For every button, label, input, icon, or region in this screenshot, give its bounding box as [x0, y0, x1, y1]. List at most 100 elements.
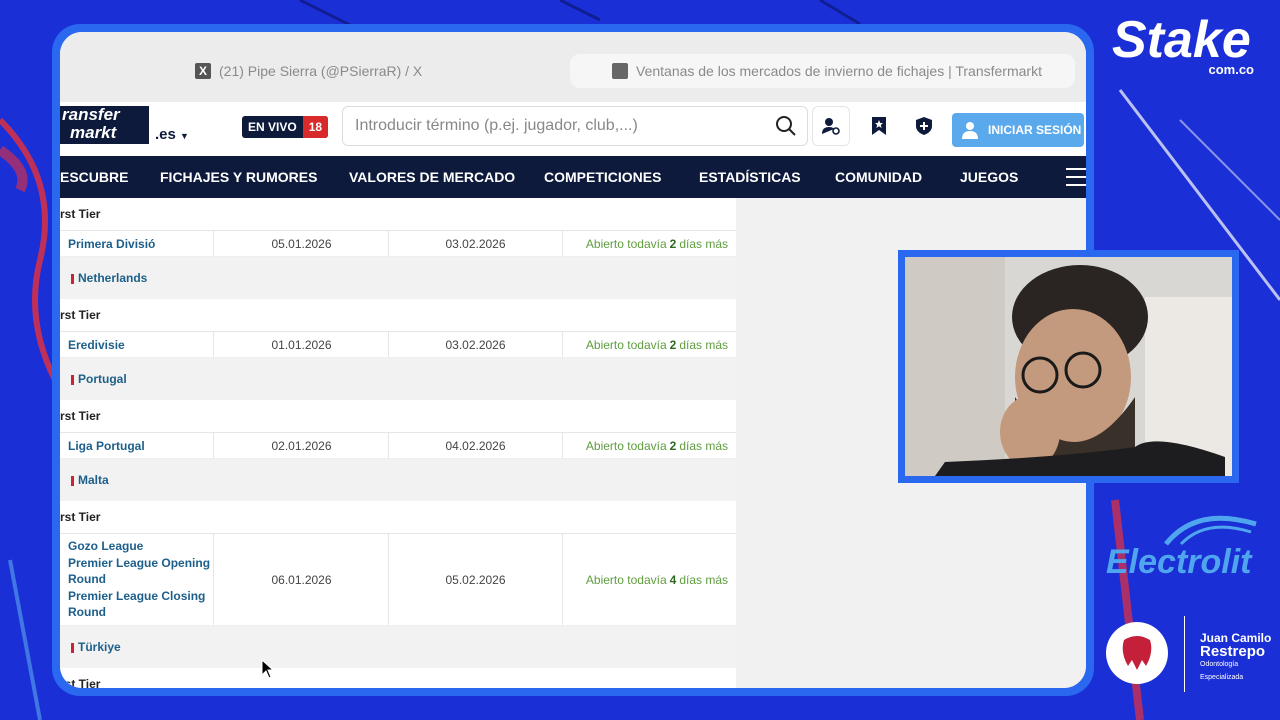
dental-sponsor-logo: Juan Camilo Restrepo Odontología Especia… [1104, 614, 1276, 694]
status-cell: Abierto todavía 2 días más [563, 433, 736, 458]
tier-label: rst Tier [60, 409, 101, 423]
table-row: Primera Divisió 05.01.2026 03.02.2026 Abier… [60, 231, 736, 257]
status-cell: Abierto todavía 4 días más [563, 534, 736, 625]
end-date-cell: 03.02.2026 [389, 332, 563, 357]
competition-link[interactable]: Premier League Opening Round [68, 555, 213, 588]
user-search-icon [822, 118, 840, 135]
main-nav: ESCUBRE FICHAJES Y RUMORES VALORES DE ME… [60, 156, 1086, 198]
days-remaining: 2 [669, 337, 677, 352]
country-row: Netherlands [60, 257, 736, 299]
logo-text-line1: ransfer [62, 105, 120, 124]
status-prefix: Abierto todavía [585, 236, 667, 251]
nav-item-competiciones[interactable]: COMPETICIONES [544, 156, 661, 198]
stake-brand-text: Stake [1112, 11, 1251, 69]
competition-link[interactable]: Primera Divisió [68, 237, 155, 251]
nav-item-juegos[interactable]: JUEGOS [960, 156, 1018, 198]
country-name[interactable]: Malta [78, 473, 109, 487]
competition-cell: Liga Portugal [60, 433, 214, 458]
competition-link[interactable]: Eredivisie [68, 338, 125, 352]
status-prefix: Abierto todavía [585, 337, 667, 352]
electrolit-sponsor-logo: Electrolit [1106, 506, 1274, 586]
tooth-logo-icon [1106, 622, 1168, 684]
live-button[interactable]: EN VIVO 18 [242, 116, 329, 138]
nav-item-valores[interactable]: VALORES DE MERCADO [349, 156, 515, 198]
menu-icon[interactable] [1066, 168, 1086, 186]
electrolit-swoosh-icon [1164, 515, 1257, 546]
tier-label: rst Tier [60, 207, 101, 221]
streamer-silhouette [905, 257, 1232, 476]
shield-plus-icon [916, 117, 932, 135]
country-flag-icon [71, 374, 74, 385]
start-date-cell: 06.01.2026 [215, 534, 389, 625]
tier-row: rst Tier [60, 198, 736, 231]
status-prefix: Abierto todavía [585, 438, 667, 453]
x-logo-icon: X [195, 63, 211, 79]
nav-item-comunidad[interactable]: COMUNIDAD [835, 156, 922, 198]
competition-link[interactable]: Liga Portugal [68, 439, 145, 453]
end-date-cell: 04.02.2026 [389, 433, 563, 458]
nav-item-estadisticas[interactable]: ESTADÍSTICAS [699, 156, 801, 198]
browser-tab-transfermarkt[interactable]: Ventanas de los mercados de invierno de … [570, 54, 1075, 88]
search-box [342, 106, 808, 146]
country-row: Türkiye [60, 626, 736, 668]
mouse-cursor-icon [261, 659, 275, 679]
tier-row: rst Tier [60, 668, 736, 688]
end-date-cell: 05.02.2026 [389, 534, 563, 625]
status-suffix: días más [679, 572, 728, 587]
start-date-cell: 05.01.2026 [215, 231, 389, 256]
caret-down-icon: ▼ [180, 131, 189, 141]
country-flag-icon [71, 475, 74, 486]
status-suffix: días más [679, 438, 728, 453]
webcam-overlay [898, 250, 1239, 483]
status-suffix: días más [679, 236, 728, 251]
status-prefix: Abierto todavía [585, 572, 667, 587]
locale-selector[interactable]: .es ▼ [155, 126, 189, 143]
logo-text-line2: markt [70, 123, 117, 142]
competition-cell: Eredivisie [60, 332, 214, 357]
end-date-cell: 03.02.2026 [389, 231, 563, 256]
login-button[interactable]: INICIAR SESIÓN [952, 113, 1084, 147]
login-label: INICIAR SESIÓN [988, 123, 1082, 137]
stake-sponsor-logo: Stake com.co [1112, 12, 1272, 77]
browser-tab-bar: X (21) Pipe Sierra (@PSierraR) / X Venta… [60, 32, 1086, 102]
country-name[interactable]: Netherlands [78, 271, 147, 285]
sponsor-name-line2: Restrepo [1200, 643, 1266, 660]
tier-label: rst Tier [60, 308, 101, 322]
bookmark-star-icon [872, 117, 886, 135]
tier-row: rst Tier [60, 299, 736, 332]
site-header: ransfer markt .es ▼ EN VIVO 18 Introduci… [60, 102, 1086, 156]
player-search-button[interactable] [812, 106, 850, 146]
competition-cell: Primera Divisió [60, 231, 214, 256]
tier-row: rst Tier [60, 501, 736, 534]
start-date-cell: 01.01.2026 [215, 332, 389, 357]
watchlist-button[interactable] [860, 106, 898, 146]
status-suffix: días más [679, 337, 728, 352]
sponsor-subtitle-line2: Especializada [1200, 674, 1244, 681]
search-input[interactable] [353, 116, 775, 136]
live-count-badge: 18 [302, 116, 329, 138]
search-icon[interactable] [775, 115, 797, 137]
tier-label: rst Tier [60, 510, 101, 524]
country-name[interactable]: Portugal [78, 372, 127, 386]
nav-item-fichajes[interactable]: FICHAJES Y RUMORES [160, 156, 317, 198]
table-row: Gozo League Premier League Opening Round P… [60, 534, 736, 626]
competition-link[interactable]: Premier League Closing Round [68, 588, 213, 621]
transfer-window-table: rst Tier Primera Divisió 05.01.2026 03.02.2… [60, 198, 736, 688]
transfermarkt-logo[interactable]: ransfer markt [60, 106, 149, 144]
protection-button[interactable] [905, 106, 943, 146]
nav-item-descubre[interactable]: ESCUBRE [60, 156, 128, 198]
country-name[interactable]: Türkiye [78, 640, 121, 654]
days-remaining: 2 [669, 438, 677, 453]
country-row: Malta [60, 459, 736, 501]
tab-title: (21) Pipe Sierra (@PSierraR) / X [219, 63, 423, 79]
status-cell: Abierto todavía 2 días más [563, 332, 736, 357]
tier-row: rst Tier [60, 400, 736, 433]
user-icon [962, 122, 978, 139]
browser-tab-twitter[interactable]: X (21) Pipe Sierra (@PSierraR) / X [195, 54, 422, 88]
webcam-feed [905, 257, 1232, 476]
competition-link[interactable]: Gozo League [68, 538, 143, 555]
table-row: Liga Portugal 02.01.2026 04.02.2026 Abierto… [60, 433, 736, 459]
transfermarkt-favicon-icon [612, 63, 628, 79]
country-flag-icon [71, 273, 74, 284]
live-label: EN VIVO [248, 120, 297, 134]
